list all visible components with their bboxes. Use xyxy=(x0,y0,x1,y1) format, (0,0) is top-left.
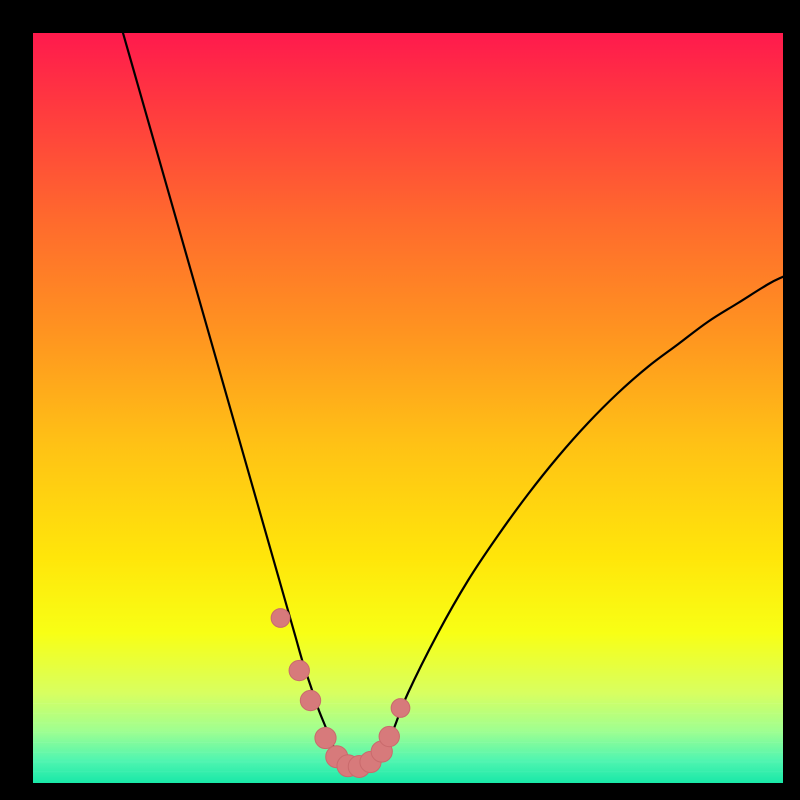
curve-marker xyxy=(379,726,399,746)
frame-bottom xyxy=(0,783,800,800)
bottleneck-chart xyxy=(0,0,800,800)
frame-top xyxy=(0,0,800,33)
frame-right xyxy=(783,0,800,800)
curve-marker xyxy=(289,660,309,680)
curve-marker xyxy=(271,609,290,628)
gradient-plot-area xyxy=(33,33,783,783)
curve-marker xyxy=(391,699,410,718)
curve-marker xyxy=(300,690,320,710)
chart-frame: TheBottleneck.com xyxy=(0,0,800,800)
frame-left xyxy=(0,0,33,800)
curve-marker xyxy=(315,727,336,748)
